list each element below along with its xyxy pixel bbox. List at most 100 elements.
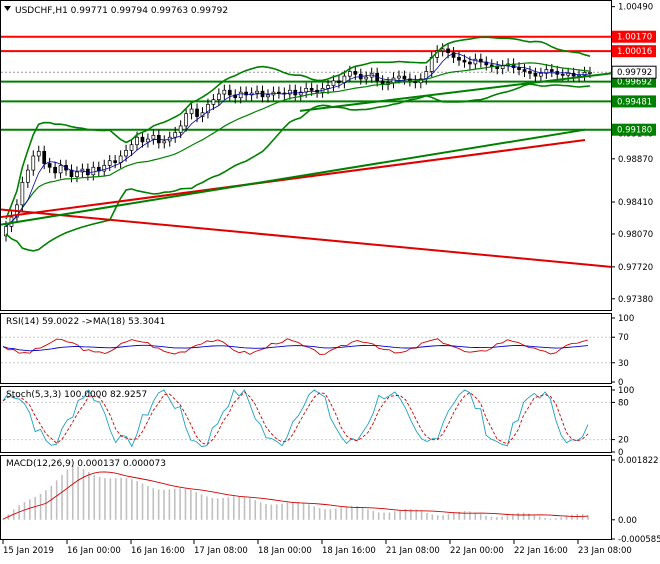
candle-body [227, 89, 232, 96]
candle-body [462, 59, 467, 63]
candle-body [528, 71, 532, 74]
price-tick-label: 0.98870 [618, 155, 653, 165]
macd-tick-label: -0.000585 [618, 535, 660, 545]
candle-body [20, 181, 25, 206]
candle-body [397, 75, 401, 79]
rsi-tick-label: 30 [618, 359, 629, 369]
price-tick-label: 0.98410 [618, 198, 653, 208]
candle-body [75, 171, 79, 178]
stoch-y-axis: 10080200 [611, 386, 634, 458]
candle-body [178, 125, 183, 133]
macd-header: MACD(12,26,9) 0.000137 0.000073 [6, 459, 166, 469]
candle-body [173, 132, 178, 138]
candle-body [588, 72, 592, 74]
macd-tick-label: 0.001822 [618, 456, 659, 466]
rsi-layer [1, 336, 611, 364]
macd-y-axis: 0.001822 0.00 -0.000585 [611, 456, 660, 545]
candle-body [53, 166, 57, 174]
candle-body [326, 85, 330, 89]
candle-body [309, 88, 314, 91]
time-tick-label: 18 Jan 00:00 [258, 546, 312, 556]
rsi-y-axis: 10070300 [611, 314, 634, 388]
stoch-tick-label: 20 [618, 436, 629, 446]
macd-layer [2, 464, 589, 520]
rsi-tick-label: 70 [618, 333, 629, 343]
price-tick-label: 1.00490 [618, 3, 653, 13]
candle-body [189, 108, 194, 115]
candle-body [140, 136, 145, 143]
candle-body [238, 91, 243, 99]
candle-body [146, 138, 150, 143]
candle-body [217, 93, 221, 100]
candle-body [468, 61, 472, 65]
candle-body [151, 134, 156, 140]
candle-body [522, 69, 527, 72]
price-tick-label: 0.97720 [618, 263, 653, 273]
candle-body [102, 165, 107, 172]
stoch-tick-label: 80 [618, 398, 629, 408]
candle-body [495, 66, 500, 69]
candle-body [446, 48, 450, 54]
price-y-axis: 1.004900.991400.988700.984100.980700.977… [611, 3, 657, 305]
candle-body [549, 69, 554, 72]
time-tick-label: 21 Jan 08:00 [386, 546, 440, 556]
candle-body [118, 155, 123, 163]
trading-chart-window: USDCHF,H1 0.99771 0.99794 0.99763 0.9979… [0, 0, 660, 560]
candle-body [337, 80, 341, 84]
rsi-ma-line [2, 344, 589, 352]
level-price-tag-label: 1.00170 [617, 33, 652, 43]
price-tick-label: 0.97380 [618, 295, 653, 305]
triangle-down-icon[interactable] [4, 6, 11, 11]
slow-ma-red-line [0, 139, 586, 219]
candle-body [129, 144, 134, 151]
candle-body [195, 108, 199, 117]
candle-body [457, 57, 461, 61]
candle-body [222, 89, 227, 95]
candle-body [364, 76, 369, 80]
candle-body [69, 169, 74, 178]
candle-body [184, 113, 188, 127]
current-price-tag-label: 0.99792 [617, 68, 652, 78]
rsi-header: RSI(14) 59.0022 ->MA(18) 53.3041 [6, 317, 165, 327]
time-x-axis: 15 Jan 2019 16 Jan 00:00 16 Jan 16:00 17 Ja… [2, 540, 632, 556]
fast-ma-line [5, 52, 591, 227]
candle-body [255, 90, 259, 94]
time-tick-label: 18 Jan 16:00 [322, 546, 376, 556]
level-price-tag-label: 0.99481 [617, 97, 652, 107]
chart-canvas[interactable]: USDCHF,H1 0.99771 0.99794 0.99763 0.9979… [0, 0, 660, 560]
time-tick-label: 16 Jan 00:00 [67, 546, 121, 556]
time-tick-label: 23 Jan 08:00 [578, 546, 632, 556]
candle-body [277, 91, 281, 94]
macd-tick-label: 0.00 [618, 516, 637, 526]
level-price-tag-label: 0.99692 [617, 78, 652, 88]
symbol-header: USDCHF,H1 0.99771 0.99794 0.99763 0.9979… [15, 6, 228, 16]
candle-body [533, 72, 538, 77]
price-tick-label: 0.98070 [618, 230, 653, 240]
candle-body [47, 163, 52, 168]
candle-body [58, 165, 63, 174]
macd-signal-line [2, 471, 589, 520]
candle-body [162, 140, 167, 144]
time-tick-label: 22 Jan 16:00 [514, 546, 568, 556]
candle-body [353, 71, 358, 75]
candle-body [211, 99, 216, 105]
level-price-tag-label: 1.00016 [617, 47, 652, 57]
price-pane[interactable] [0, 0, 612, 311]
uptrend-line [299, 72, 612, 112]
level-price-tag-label: 0.99180 [617, 126, 652, 136]
candle-body [566, 72, 571, 76]
candle-body [539, 72, 543, 77]
time-tick-label: 16 Jan 16:00 [131, 546, 185, 556]
stoch-tick-label: 100 [618, 386, 634, 396]
candle-body [560, 73, 565, 76]
downtrend-line [0, 208, 612, 268]
candle-body [31, 155, 36, 171]
time-tick-label: 22 Jan 00:00 [450, 546, 504, 556]
price-layer [0, 35, 612, 268]
candle-body [36, 150, 41, 157]
stoch-header: Stoch(5,3,3) 100.0000 82.9257 [6, 390, 147, 400]
candle-body [124, 150, 128, 157]
candle-body [42, 150, 47, 164]
candle-body [517, 67, 521, 70]
candle-body [500, 65, 505, 69]
